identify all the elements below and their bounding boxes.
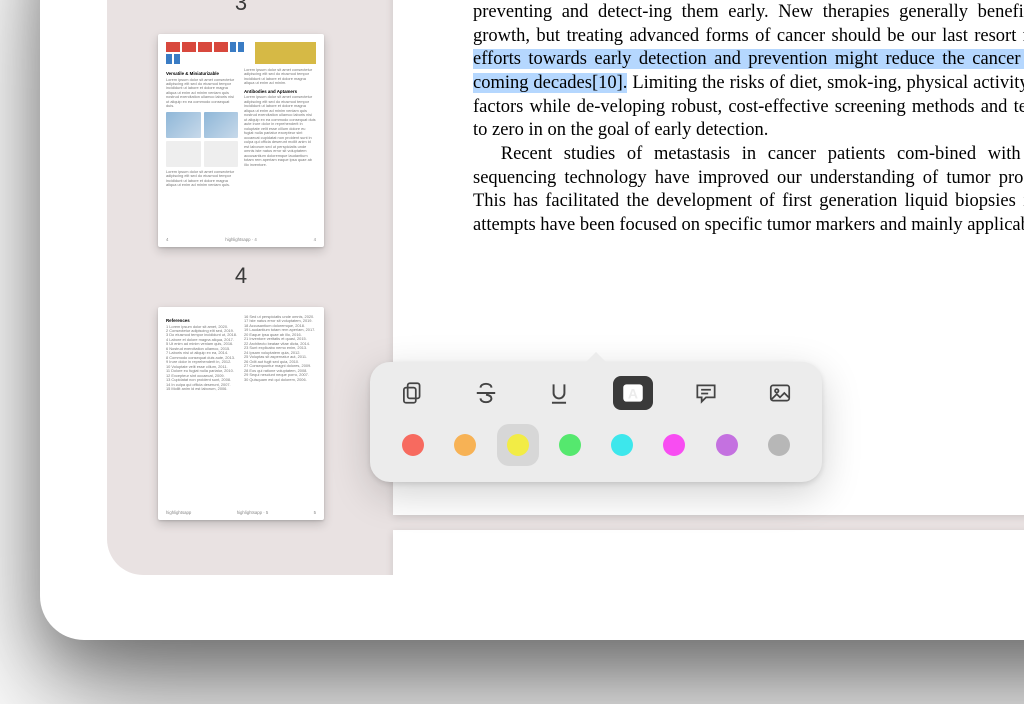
pdf-page-3[interactable]: [393, 530, 1024, 575]
color-purple[interactable]: [706, 424, 748, 466]
color-red[interactable]: [392, 424, 434, 466]
strikethrough-tool[interactable]: [466, 376, 506, 410]
comment-tool[interactable]: [686, 376, 726, 410]
color-orange[interactable]: [444, 424, 486, 466]
underline-tool[interactable]: [539, 376, 579, 410]
page-label-4: 4: [127, 263, 355, 289]
color-green[interactable]: [549, 424, 591, 466]
page-thumbnail-5[interactable]: References 1 Lorem ipsum dolor sit amet,…: [158, 307, 324, 520]
image-tool[interactable]: [760, 376, 800, 410]
annotation-popover: A: [370, 362, 822, 482]
color-cyan[interactable]: [601, 424, 643, 466]
page-label-3: 3: [127, 0, 355, 16]
body-text: to as metastasis and it is a defining ch…: [473, 0, 1024, 46]
page-thumbnail-4[interactable]: Versatile & Miniaturizable Lorem ipsum d…: [158, 34, 324, 247]
app-window: 3 Versatile & Miniaturizable Lorem ipsum…: [107, 0, 1024, 575]
highlight-tool[interactable]: A: [613, 376, 653, 410]
svg-text:A: A: [628, 385, 638, 401]
copy-tool[interactable]: [392, 376, 432, 410]
color-gray[interactable]: [758, 424, 800, 466]
body-text: Recent studies of metastasis in cancer p…: [473, 143, 1024, 238]
color-magenta[interactable]: [653, 424, 695, 466]
color-yellow[interactable]: [497, 424, 539, 466]
thumbnail-sidebar[interactable]: 3 Versatile & Miniaturizable Lorem ipsum…: [107, 0, 375, 575]
document-viewport[interactable]: to as metastasis and it is a defining ch…: [375, 0, 1024, 575]
